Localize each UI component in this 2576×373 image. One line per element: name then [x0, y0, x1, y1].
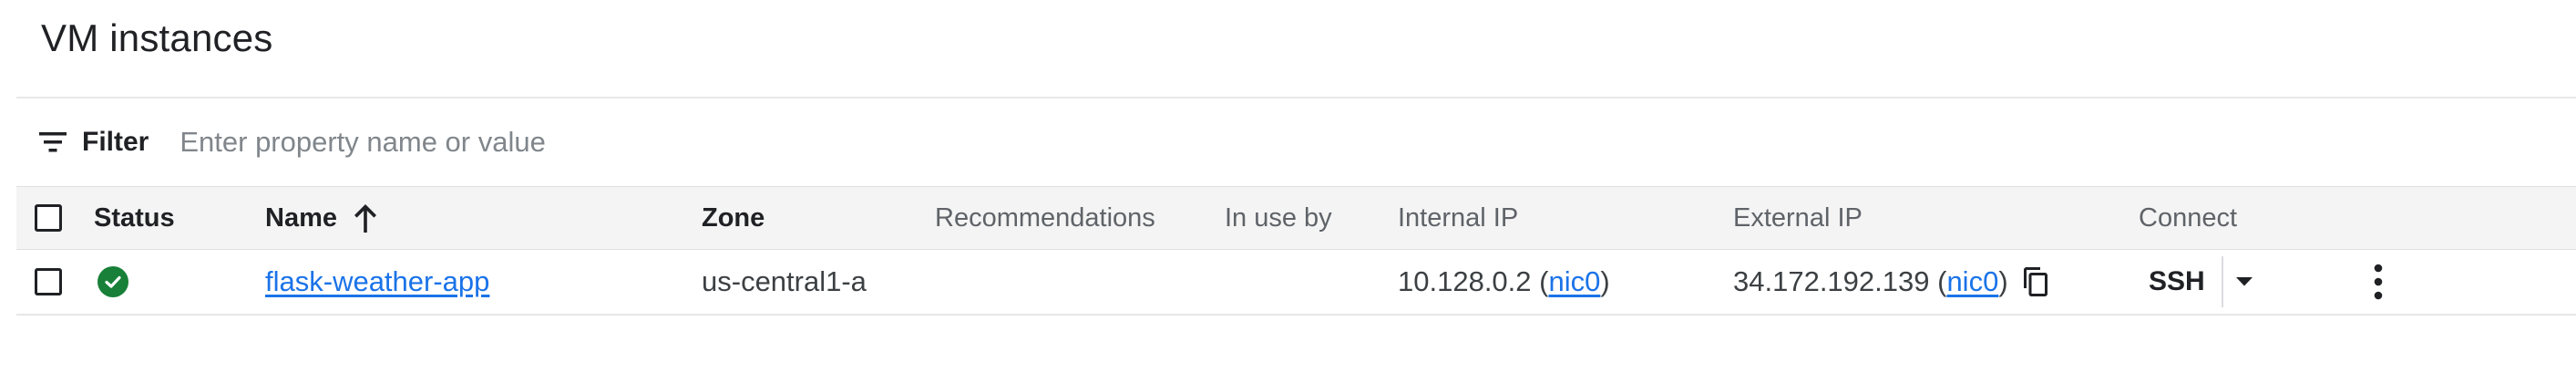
header-recommendations-label: Recommendations: [935, 202, 1155, 233]
header-recommendations[interactable]: Recommendations: [935, 187, 1155, 249]
paren-close: ): [1600, 265, 1610, 297]
copy-icon[interactable]: [2019, 264, 2052, 300]
header-external-ip-label: External IP: [1733, 202, 1863, 233]
header-status[interactable]: Status: [94, 187, 175, 249]
instance-name-link[interactable]: flask-weather-app: [265, 265, 489, 298]
external-ip-address: 34.172.192.139: [1733, 265, 1930, 297]
paren-open: (: [1531, 265, 1549, 297]
header-name-label: Name: [265, 202, 337, 233]
header-zone[interactable]: Zone: [702, 187, 765, 249]
ssh-button-group: SSH: [2132, 256, 2265, 307]
filter-list-icon[interactable]: [36, 126, 69, 159]
filter-bar: Filter: [16, 98, 2576, 186]
internal-nic-link[interactable]: nic0: [1548, 265, 1600, 298]
paren-open: (: [1929, 265, 1947, 297]
row-external-ip: 34.172.192.139 (nic0): [1733, 250, 2052, 314]
header-status-label: Status: [94, 202, 175, 233]
paren-close: ): [1998, 265, 2008, 297]
row-zone: us-central1-a: [702, 250, 867, 314]
header-in-use-by-label: In use by: [1225, 202, 1332, 233]
row-actions: [2360, 250, 2396, 314]
header-name[interactable]: Name: [265, 187, 379, 249]
filter-input[interactable]: [180, 119, 1456, 165]
more-vert-icon[interactable]: [2360, 256, 2396, 307]
ssh-button[interactable]: SSH: [2132, 256, 2222, 307]
instance-zone: us-central1-a: [702, 265, 867, 297]
vm-instances-page: VM instances Filter Status Name: [0, 0, 2576, 373]
select-all-checkbox[interactable]: [35, 204, 62, 232]
filter-label[interactable]: Filter: [82, 127, 149, 158]
table-row[interactable]: flask-weather-app us-central1-a 10.128.0…: [16, 250, 2576, 316]
check-circle-icon: [97, 266, 128, 297]
header-internal-ip[interactable]: Internal IP: [1398, 187, 1518, 249]
header-zone-label: Zone: [702, 202, 765, 233]
header-checkbox-cell: [35, 187, 62, 249]
header-connect[interactable]: Connect: [2139, 187, 2237, 249]
header-external-ip[interactable]: External IP: [1733, 187, 1863, 249]
row-checkbox[interactable]: [35, 268, 62, 295]
row-internal-ip: 10.128.0.2 (nic0): [1398, 250, 1610, 314]
row-status: [97, 250, 128, 314]
row-checkbox-cell: [35, 250, 62, 314]
page-title: VM instances: [41, 16, 273, 59]
arrow-drop-down-icon[interactable]: [2223, 256, 2265, 307]
external-nic-link[interactable]: nic0: [1946, 265, 1998, 298]
header-connect-label: Connect: [2139, 202, 2238, 233]
internal-ip-address: 10.128.0.2: [1398, 265, 1532, 297]
arrow-up-icon[interactable]: [352, 202, 379, 233]
header-internal-ip-label: Internal IP: [1398, 202, 1519, 233]
table-header: Status Name Zone Recommendations In use …: [16, 186, 2576, 250]
vm-instances-table: Status Name Zone Recommendations In use …: [16, 186, 2576, 316]
row-name: flask-weather-app: [265, 250, 489, 314]
row-connect: SSH: [2132, 250, 2265, 314]
header-in-use-by[interactable]: In use by: [1225, 187, 1332, 249]
